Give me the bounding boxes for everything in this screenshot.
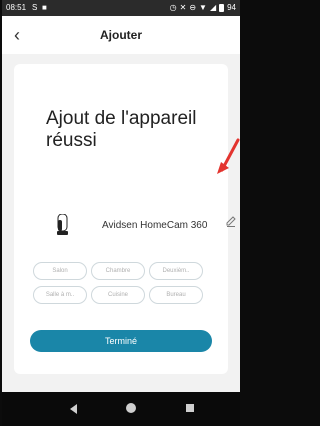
app-screen: 08:51 S ■ ◷ ✕ ⊖ ▼ ◢ 94 ‹ Ajouter Ajout d… xyxy=(2,0,240,426)
status-right: ◷ ✕ ⊖ ▼ ◢ 94 xyxy=(170,3,236,12)
device-name: Avidsen HomeCam 360 xyxy=(102,220,208,231)
room-chip-bureau[interactable]: Bureau xyxy=(149,286,203,304)
page-title: Ajouter xyxy=(100,28,142,42)
wifi-icon: ▼ xyxy=(199,3,207,12)
status-bar: 08:51 S ■ ◷ ✕ ⊖ ▼ ◢ 94 xyxy=(2,0,240,16)
done-button[interactable]: Terminé xyxy=(30,330,212,352)
signal-icon: ◢ xyxy=(209,3,217,12)
room-chip-salle-a-manger[interactable]: Salle à m.. xyxy=(33,286,87,304)
battery-icon xyxy=(219,3,225,12)
nav-home-icon[interactable] xyxy=(126,403,136,413)
s-notification-icon: S xyxy=(32,3,38,12)
image-notification-icon: ■ xyxy=(42,3,47,12)
pencil-icon[interactable] xyxy=(224,214,238,228)
room-chip-deuxieme[interactable]: Deuxièm.. xyxy=(149,262,203,280)
android-nav-bar xyxy=(2,392,240,426)
annotation-arrow-icon xyxy=(217,138,240,174)
heading-line-2: réussi xyxy=(46,130,97,151)
header: ‹ Ajouter xyxy=(2,16,240,54)
success-heading: Ajout de l'appareil réussi xyxy=(46,108,221,152)
nav-back-icon[interactable] xyxy=(70,404,77,414)
device-row: Avidsen HomeCam 360 xyxy=(54,214,229,235)
status-time: 08:51 xyxy=(6,3,27,12)
camera-icon xyxy=(57,214,68,235)
dnd-icon: ⊖ xyxy=(189,3,197,12)
battery-percent: 94 xyxy=(227,3,236,12)
success-card: Ajout de l'appareil réussi Avidsen HomeC… xyxy=(14,64,236,374)
heading-line-1: Ajout de l'appareil xyxy=(46,108,197,129)
room-chip-cuisine[interactable]: Cuisine xyxy=(91,286,145,304)
nav-recent-icon[interactable] xyxy=(186,404,194,412)
alarm-icon: ◷ xyxy=(169,3,177,12)
mute-icon: ✕ xyxy=(179,3,187,12)
room-chip-salon[interactable]: Salon xyxy=(33,262,87,280)
room-chip-chambre[interactable]: Chambre xyxy=(91,262,145,280)
